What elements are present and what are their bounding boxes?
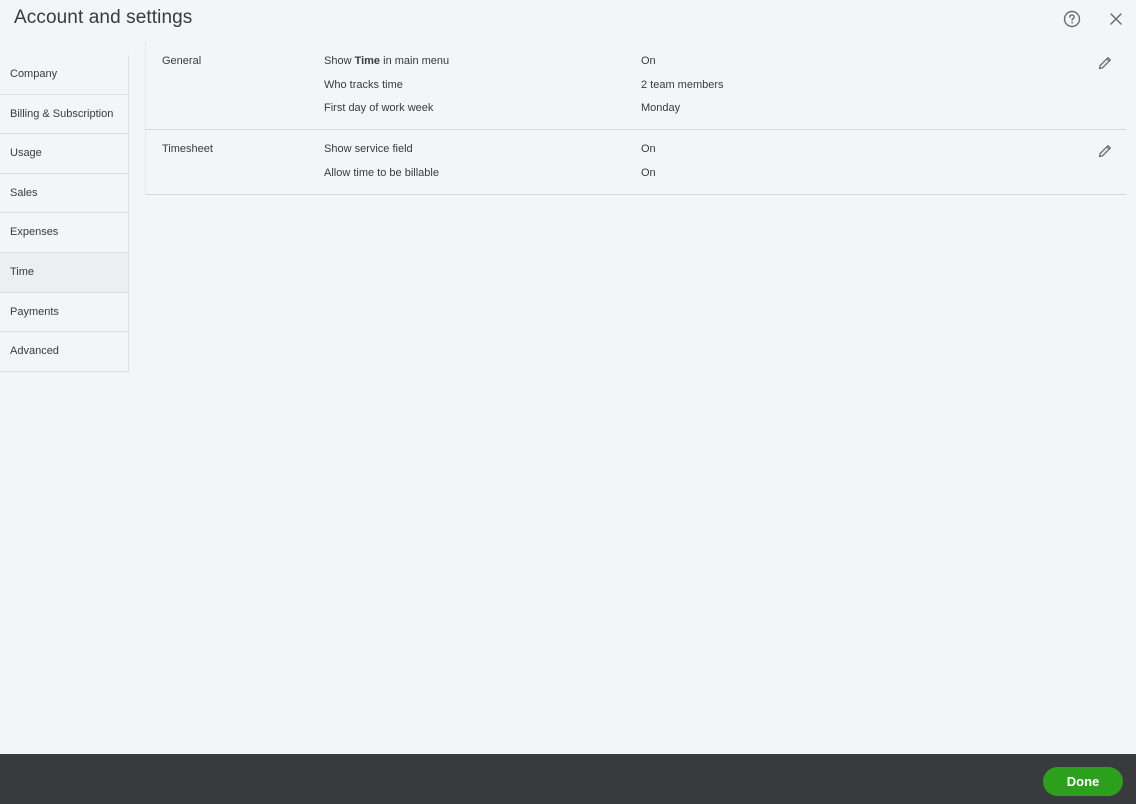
sidebar-item-company[interactable]: Company: [0, 55, 129, 95]
edit-timesheet-pencil-icon[interactable]: [1096, 142, 1114, 160]
sidebar-item-expenses[interactable]: Expenses: [0, 213, 129, 253]
sidebar-item-time[interactable]: Time: [0, 252, 129, 293]
first-day-value: Monday: [641, 102, 681, 114]
show-service-field-value: On: [641, 143, 656, 155]
show-time-label: Show Time in main menu: [324, 55, 449, 67]
help-icon[interactable]: [1062, 9, 1082, 29]
section-title-timesheet: Timesheet: [162, 143, 213, 155]
billable-time-label: Allow time to be billable: [324, 167, 439, 179]
header: Account and settings: [0, 0, 1136, 42]
show-time-label-bold: Time: [354, 55, 381, 67]
sidebar-item-sales[interactable]: Sales: [0, 173, 129, 214]
who-tracks-time-value: 2 team members: [641, 79, 724, 91]
footer-bar: Done: [0, 754, 1136, 804]
done-button[interactable]: Done: [1043, 767, 1123, 796]
settings-sidebar: Company Billing & Subscription Usage Sal…: [0, 55, 129, 372]
settings-content: General Show Time in main menu On Who tr…: [145, 42, 1126, 195]
edit-general-pencil-icon[interactable]: [1096, 54, 1114, 72]
show-service-field-label: Show service field: [324, 143, 413, 155]
show-time-value: On: [641, 55, 656, 67]
sidebar-item-usage[interactable]: Usage: [0, 134, 129, 174]
who-tracks-time-label: Who tracks time: [324, 79, 403, 91]
section-title-general: General: [162, 55, 202, 67]
page-title: Account and settings: [14, 7, 193, 28]
timesheet-section: Timesheet Show service field On Allow ti…: [145, 130, 1126, 195]
sidebar-item-advanced[interactable]: Advanced: [0, 332, 129, 372]
sidebar-item-payments[interactable]: Payments: [0, 292, 129, 333]
first-day-label: First day of work week: [324, 102, 434, 114]
sidebar-item-billing-subscription[interactable]: Billing & Subscription: [0, 94, 129, 135]
general-section: General Show Time in main menu On Who tr…: [145, 42, 1126, 130]
show-time-label-post: in main menu: [380, 55, 450, 67]
show-time-label-pre: Show: [324, 55, 355, 67]
close-icon[interactable]: [1106, 9, 1126, 29]
billable-time-value: On: [641, 167, 656, 179]
